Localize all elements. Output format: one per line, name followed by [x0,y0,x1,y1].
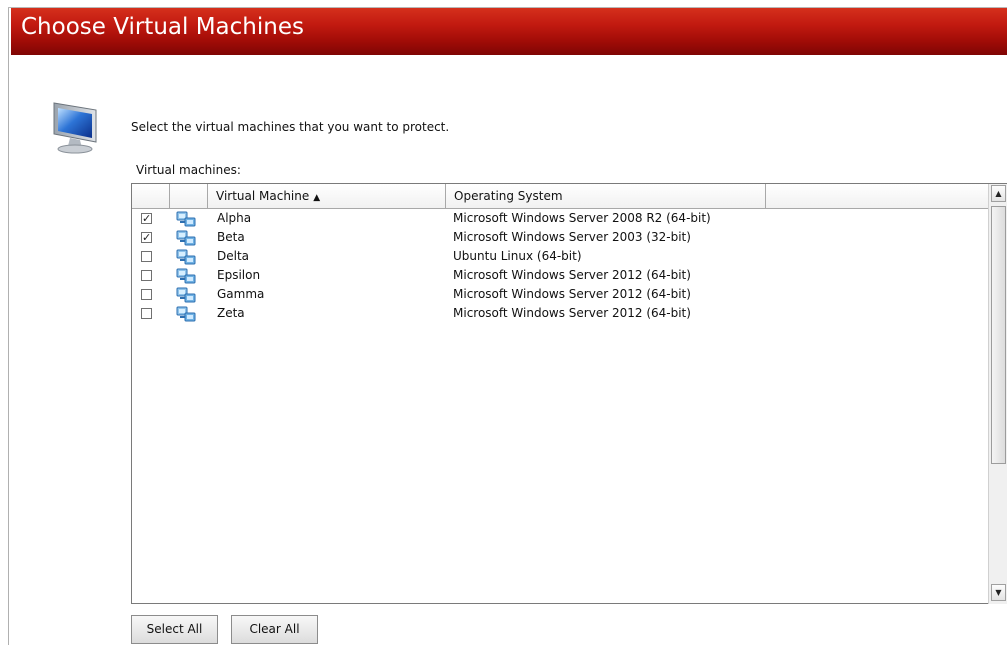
page-title: Choose Virtual Machines [21,14,304,40]
column-header-operating-system[interactable]: Operating System [446,184,766,208]
table-row[interactable]: Gamma Microsoft Windows Server 2012 (64-b… [132,286,989,305]
virtual-machines-label: Virtual machines: [136,163,241,177]
row-checkbox[interactable] [141,251,152,262]
vertical-scrollbar[interactable]: ▲ ▼ [988,184,1007,604]
instruction-text: Select the virtual machines that you wan… [131,120,450,134]
vm-os-cell: Microsoft Windows Server 2012 (64-bit) [453,287,691,301]
table-row[interactable]: Zeta Microsoft Windows Server 2012 (64-bi… [132,305,989,324]
vm-name-cell: Gamma [217,287,265,301]
monitor-icon [53,102,97,154]
vm-os-cell: Microsoft Windows Server 2012 (64-bit) [453,268,691,282]
row-checkbox[interactable] [141,270,152,281]
table-row[interactable]: ✓ Beta Microsoft Windows Server 2003 (32-b… [132,229,989,248]
table-row[interactable]: Epsilon Microsoft Windows Server 2012 (64… [132,267,989,286]
column-header-filler [766,184,989,208]
column-header-virtual-machine[interactable]: Virtual Machine ▲ [208,184,446,208]
table-header: Virtual Machine ▲ Operating System [132,184,989,209]
icon-column-header[interactable] [170,184,208,208]
virtual-machine-icon [176,229,198,247]
page-header: Choose Virtual Machines [11,8,1007,55]
virtual-machine-icon [176,248,198,266]
vm-name-cell: Epsilon [217,268,261,282]
virtual-machine-icon [176,286,198,304]
checkbox-column-header[interactable] [132,184,170,208]
scrollbar-thumb[interactable] [991,206,1006,464]
vm-name-cell: Zeta [217,306,245,320]
virtual-machine-icon [176,267,198,285]
column-header-label: Virtual Machine [216,189,310,203]
scroll-up-button[interactable]: ▲ [991,185,1006,202]
sort-ascending-icon: ▲ [313,193,321,203]
row-checkbox[interactable]: ✓ [141,213,152,224]
virtual-machine-icon [176,305,198,323]
vm-os-cell: Ubuntu Linux (64-bit) [453,249,582,263]
clear-all-button[interactable]: Clear All [231,615,318,644]
select-all-button[interactable]: Select All [131,615,218,644]
window-left-border [8,8,9,645]
row-checkbox[interactable] [141,308,152,319]
row-checkbox[interactable] [141,289,152,300]
vm-name-cell: Alpha [217,211,252,225]
vm-name-cell: Beta [217,230,245,244]
vm-name-cell: Delta [217,249,250,263]
vm-os-cell: Microsoft Windows Server 2008 R2 (64-bit… [453,211,711,225]
scroll-down-button[interactable]: ▼ [991,584,1006,601]
virtual-machines-table[interactable]: Virtual Machine ▲ Operating System ✓ Alpha… [131,183,1007,604]
table-row[interactable]: Delta Ubuntu Linux (64-bit) [132,248,989,267]
vm-os-cell: Microsoft Windows Server 2003 (32-bit) [453,230,691,244]
table-row[interactable]: ✓ Alpha Microsoft Windows Server 2008 R2 (… [132,210,989,229]
virtual-machine-icon [176,210,198,228]
row-checkbox[interactable]: ✓ [141,232,152,243]
vm-os-cell: Microsoft Windows Server 2012 (64-bit) [453,306,691,320]
